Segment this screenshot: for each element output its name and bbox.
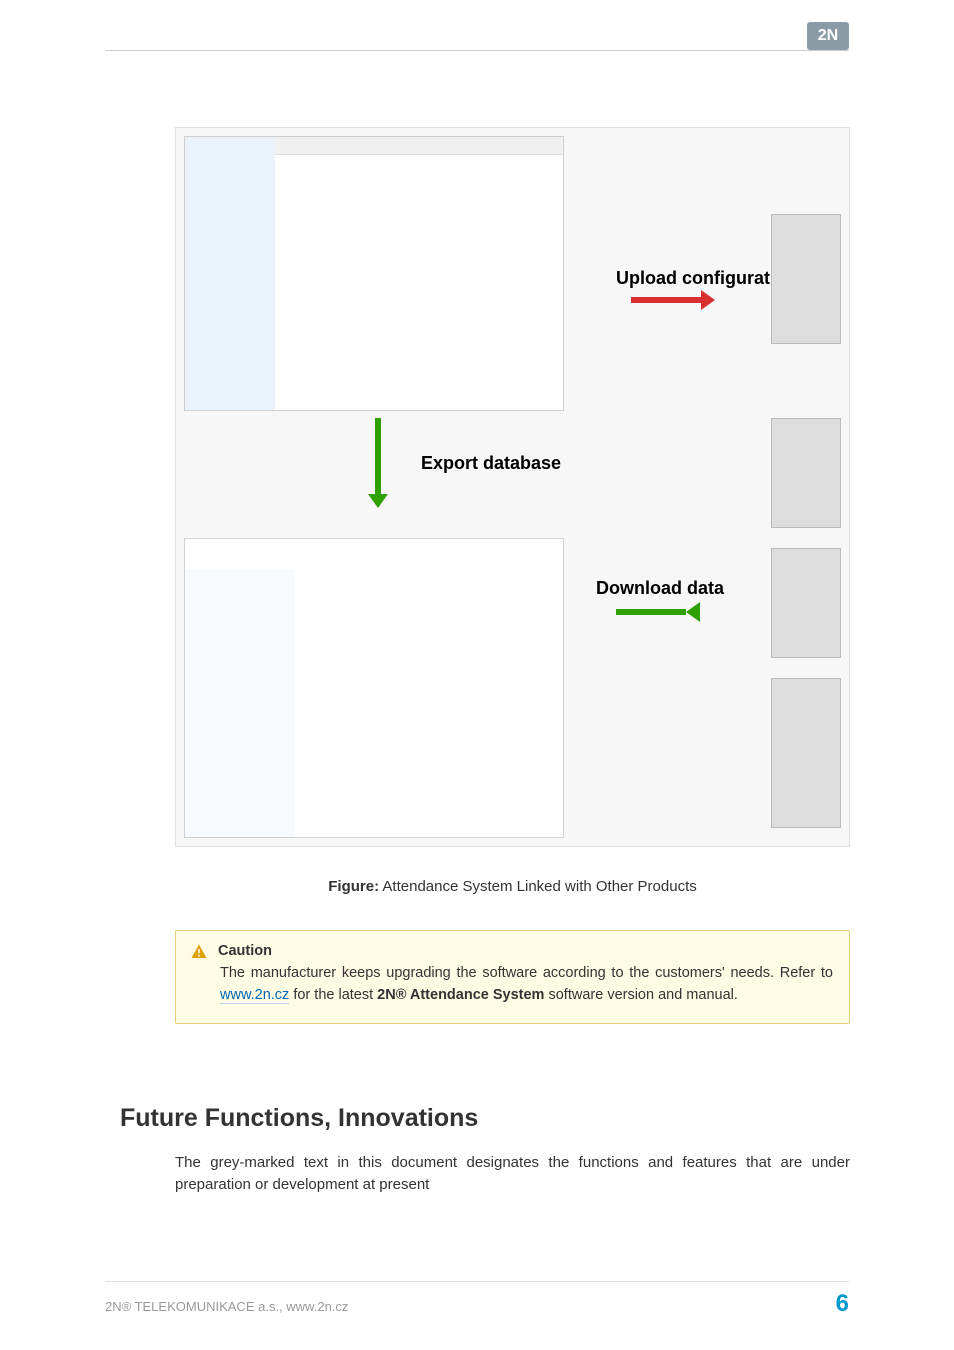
caution-text-post: software version and manual.	[548, 987, 737, 1003]
label-export-database: Export database	[421, 453, 561, 474]
caution-title: Caution	[218, 943, 833, 959]
figure-caption: Figure: Attendance System Linked with Ot…	[175, 878, 850, 895]
header-divider	[105, 50, 849, 51]
figure-image: Upload configuration Export database Dow…	[175, 127, 850, 847]
arrow-green-left-icon	[616, 602, 716, 622]
footer-page-number: 6	[836, 1290, 849, 1318]
page-footer: 2N® TELEKOMUNIKACE a.s., www.2n.cz 6	[105, 1281, 849, 1318]
caution-product-name: 2N® Attendance System	[377, 987, 544, 1003]
section-body: The grey-marked text in this document de…	[175, 1152, 850, 1196]
device-photo-2	[771, 418, 841, 528]
caution-text-mid: for the latest	[293, 987, 377, 1003]
label-download-data: Download data	[596, 578, 724, 599]
figure-caption-label: Figure:	[328, 878, 379, 895]
arrow-red-right-icon	[631, 290, 731, 310]
arrow-green-down-icon	[366, 418, 390, 508]
warning-icon	[190, 943, 208, 961]
caution-link[interactable]: www.2n.cz	[220, 987, 289, 1004]
device-photo-3	[771, 548, 841, 658]
caution-text-pre: The manufacturer keeps upgrading the sof…	[220, 965, 833, 981]
label-upload-config: Upload configuration	[616, 268, 797, 289]
caution-callout: Caution The manufacturer keeps upgrading…	[175, 930, 850, 1024]
device-photo-1	[771, 214, 841, 344]
caution-body: The manufacturer keeps upgrading the sof…	[220, 963, 833, 1007]
section-heading: Future Functions, Innovations	[120, 1104, 478, 1133]
brand-logo: 2N	[807, 22, 849, 50]
footer-company: 2N® TELEKOMUNIKACE a.s., www.2n.cz	[105, 1299, 348, 1314]
figure-caption-text: Attendance System Linked with Other Prod…	[382, 878, 696, 895]
device-photo-4	[771, 678, 841, 828]
